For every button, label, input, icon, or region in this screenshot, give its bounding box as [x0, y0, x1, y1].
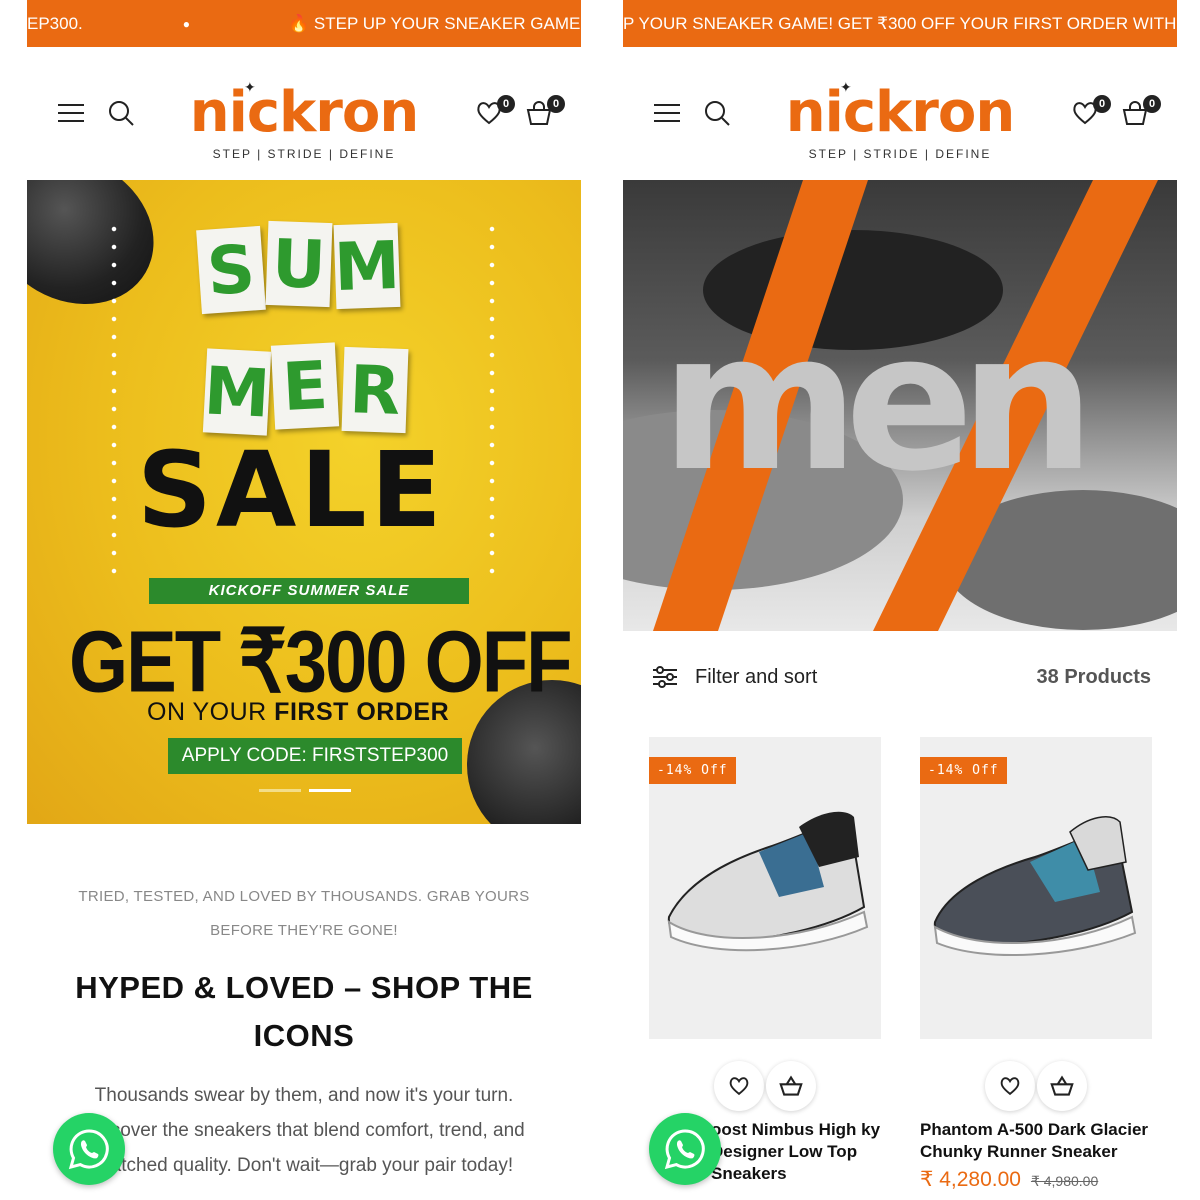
product-card[interactable]: -14% Off Phantom A-500 Dark Glacier Chun…	[920, 737, 1152, 1192]
banner-letter-tile: U	[265, 220, 333, 308]
offer-heading: GET ₹300 OFF	[69, 613, 573, 712]
announcement-text: EP300.	[27, 13, 83, 33]
announcement-bar: P YOUR SNEAKER GAME! GET ₹300 OFF YOUR F…	[623, 0, 1177, 47]
announcement-text: P YOUR SNEAKER GAME! GET ₹300 OFF YOUR F…	[623, 13, 1177, 33]
wishlist-button[interactable]: 0	[1071, 95, 1111, 127]
right-screen: P YOUR SNEAKER GAME! GET ₹300 OFF YOUR F…	[623, 0, 1177, 1200]
decorative-dots	[111, 220, 117, 580]
filter-sort-label: Filter and sort	[695, 665, 818, 688]
add-to-cart-button[interactable]	[766, 1061, 816, 1111]
whatsapp-button[interactable]	[649, 1113, 721, 1185]
announcement-separator: ●	[182, 16, 191, 31]
site-header: ✦ nickron STEP | STRIDE | DEFINE 0 0	[27, 47, 581, 180]
collection-title: men	[661, 292, 1095, 513]
wishlist-count-badge: 0	[1093, 95, 1111, 113]
sale-heading: SALE	[137, 429, 446, 551]
sale-price: ₹ 4,280.00	[920, 1168, 1021, 1191]
cart-button[interactable]: 0	[1121, 95, 1161, 127]
whatsapp-icon	[664, 1129, 705, 1170]
card-actions	[920, 1061, 1152, 1111]
star-icon: ✦	[244, 79, 256, 95]
first-order-text: ON YOUR FIRST ORDER	[147, 698, 450, 726]
add-to-cart-button[interactable]	[1037, 1061, 1087, 1111]
discount-badge: -14% Off	[649, 757, 736, 784]
whatsapp-button[interactable]	[53, 1113, 125, 1185]
announcement-text: 🔥 STEP UP YOUR SNEAKER GAME! G	[288, 13, 581, 33]
banner-letter-tile: S	[196, 225, 266, 315]
banner-letter-tile: M	[333, 222, 401, 310]
price-row: ₹ 4,280.00 ₹ 4,980.00	[920, 1167, 1152, 1192]
apply-code-label: APPLY CODE: FIRSTSTEP300	[168, 738, 462, 774]
section-description: Thousands swear by them, and now it's yo…	[83, 1085, 525, 1176]
card-actions	[649, 1061, 881, 1111]
product-image[interactable]: -14% Off	[649, 737, 881, 1039]
slider-pagination	[259, 789, 351, 792]
wishlist-button[interactable]: 0	[475, 95, 515, 127]
announcement-bar: EP300. ● 🔥 STEP UP YOUR SNEAKER GAME! G	[27, 0, 581, 47]
product-image[interactable]: -14% Off	[920, 737, 1152, 1039]
banner-letter-tile: E	[270, 342, 340, 430]
add-to-wishlist-button[interactable]	[714, 1061, 764, 1111]
decorative-dots	[489, 220, 495, 580]
hero-banner[interactable]: S U M M E R SALE KICKOFF SUMMER SALE GET…	[27, 180, 581, 824]
cart-count-badge: 0	[547, 95, 565, 113]
star-icon: ✦	[840, 79, 852, 95]
wishlist-count-badge: 0	[497, 95, 515, 113]
product-count: 38 Products	[1036, 665, 1151, 688]
left-screen: EP300. ● 🔥 STEP UP YOUR SNEAKER GAME! G …	[27, 0, 581, 1200]
product-title[interactable]: Phantom A-500 Dark Glacier Chunky Runner…	[920, 1119, 1152, 1163]
filter-bar: Filter and sort 38 Products	[623, 631, 1177, 723]
kickoff-label: KICKOFF SUMMER SALE	[149, 578, 469, 604]
slider-dot[interactable]	[259, 789, 301, 792]
logo-tagline: STEP | STRIDE | DEFINE	[808, 147, 992, 161]
banner-letter-tile: R	[341, 346, 409, 434]
shoe-image	[27, 180, 181, 334]
discount-badge: -14% Off	[920, 757, 1007, 784]
filter-icon	[653, 666, 677, 688]
banner-letter-tile: M	[202, 348, 272, 436]
cart-button[interactable]: 0	[525, 95, 565, 127]
section-eyebrow: TRIED, TESTED, AND LOVED BY THOUSANDS. G…	[78, 888, 530, 939]
cart-icon	[779, 1075, 803, 1096]
whatsapp-icon	[68, 1129, 109, 1170]
cart-count-badge: 0	[1143, 95, 1161, 113]
cart-icon	[1050, 1075, 1074, 1096]
compare-price: ₹ 4,980.00	[1030, 1173, 1099, 1189]
heart-icon	[729, 1077, 749, 1096]
collection-hero: men	[623, 180, 1177, 631]
section-title: HYPED & LOVED – SHOP THE ICONS	[75, 970, 533, 1053]
add-to-wishlist-button[interactable]	[985, 1061, 1035, 1111]
site-header: ✦ nickron STEP | STRIDE | DEFINE 0 0	[623, 47, 1177, 180]
logo-tagline: STEP | STRIDE | DEFINE	[212, 147, 396, 161]
slider-dot-active[interactable]	[309, 789, 351, 792]
heart-icon	[1000, 1077, 1020, 1096]
filter-sort-button[interactable]: Filter and sort	[651, 665, 817, 689]
